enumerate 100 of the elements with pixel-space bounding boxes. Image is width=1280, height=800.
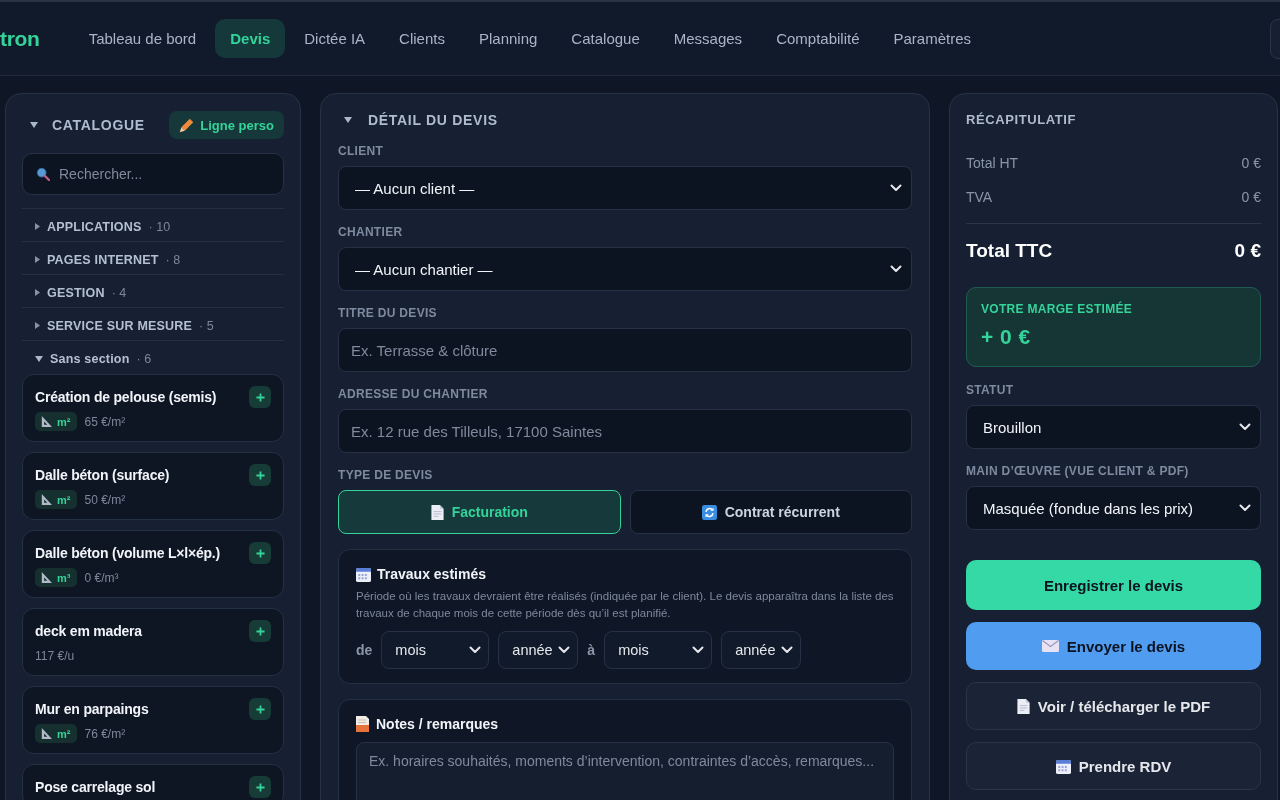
caret-icon[interactable] <box>344 117 352 123</box>
calendar-icon <box>1055 758 1071 774</box>
nav-tab[interactable]: Messages <box>658 19 758 58</box>
status-select[interactable]: Brouillon <box>966 405 1261 449</box>
month-select[interactable]: mois <box>381 631 490 669</box>
caret-icon[interactable] <box>35 256 40 263</box>
chevron-icon <box>1239 423 1251 431</box>
panel-title: CATALOGUE <box>52 117 145 133</box>
calendar-icon <box>356 566 371 582</box>
margin-label: VOTRE MARGE ESTIMÉE <box>981 302 1134 316</box>
action-button[interactable]: Voir / télécharger le PDF <box>966 682 1261 730</box>
custom-line-button[interactable]: Ligne perso <box>169 111 284 139</box>
app-logo[interactable]: tron <box>0 26 40 51</box>
panel-title: RÉCAPITULATIF <box>966 111 1078 129</box>
item-title: Pose carrelage sol <box>35 778 156 796</box>
caret-icon[interactable] <box>35 223 40 230</box>
add-button[interactable] <box>249 464 271 486</box>
notes-field[interactable]: Ex. horaires souhaités, moments d’intervention, contraintes d’accès, remarques... <box>356 742 894 800</box>
section-row[interactable]: PAGES INTERNET · 8 <box>22 241 284 274</box>
quote-type-option[interactable]: Contrat récurrent <box>629 490 912 534</box>
input-field[interactable]: Ex. Terrasse & clôture <box>338 328 912 372</box>
nav-tab[interactable]: Paramètres <box>878 19 987 58</box>
summary-value: 0 € <box>1241 189 1261 205</box>
search-icon <box>36 167 50 181</box>
add-button[interactable] <box>249 542 271 564</box>
chevron-icon <box>781 646 794 654</box>
unit-label: m² <box>57 727 71 740</box>
item-title: Dalle béton (volume L×l×ép.) <box>35 544 220 562</box>
catalogue-item-card[interactable]: Mur en parpaings m² 76 €/m² <box>22 686 284 754</box>
nav-tab[interactable]: Dictée IA <box>289 19 381 58</box>
item-title: Mur en parpaings <box>35 700 149 718</box>
nav-tab[interactable]: Comptabilité <box>761 19 875 58</box>
pencil-icon <box>179 117 195 133</box>
add-button[interactable] <box>249 698 271 720</box>
summary-label: TVA <box>966 189 993 205</box>
unit-label: m³ <box>57 571 71 584</box>
chevron-icon <box>890 265 902 273</box>
catalogue-item-card[interactable]: deck em madera 117 €/u <box>22 608 284 676</box>
search-field[interactable]: Rechercher... <box>22 153 284 195</box>
select-field[interactable]: — Aucun chantier — <box>338 247 912 291</box>
field-label: STATUT <box>966 383 1015 397</box>
labour-select[interactable]: Masquée (fondue dans les prix) <box>966 486 1261 530</box>
panel-title: DÉTAIL DU DEVIS <box>368 112 498 128</box>
section-row[interactable]: SERVICE SUR MESURE · 5 <box>22 307 284 340</box>
field-label: CHANTIER <box>338 225 404 239</box>
item-price: 50 €/m² <box>84 492 126 507</box>
caret-icon[interactable] <box>35 322 40 329</box>
plus-icon <box>255 470 265 480</box>
nav-tab[interactable]: Planning <box>463 19 553 58</box>
ruler-icon <box>41 728 52 739</box>
chevron-icon <box>890 184 902 192</box>
caret-icon[interactable] <box>35 289 40 296</box>
caret-icon[interactable] <box>30 122 38 128</box>
section-row[interactable]: GESTION · 4 <box>22 274 284 307</box>
add-button[interactable] <box>249 776 271 798</box>
plus-icon <box>255 626 265 636</box>
action-button[interactable]: Envoyer le devis <box>966 622 1261 670</box>
range-label: de <box>356 642 373 658</box>
add-button[interactable] <box>249 620 271 642</box>
add-button[interactable] <box>249 386 271 408</box>
total-value: 0 € <box>1234 240 1261 262</box>
nav-tab[interactable]: Tableau de bord <box>73 19 212 58</box>
ruler-icon <box>41 494 52 505</box>
catalogue-item-card[interactable]: Dalle béton (volume L×l×ép.) m³ 0 €/m³ <box>22 530 284 598</box>
summary-value: 0 € <box>1241 155 1261 171</box>
unit-label: m² <box>57 493 71 506</box>
card-title: Notes / remarques <box>376 716 499 732</box>
total-label: Total TTC <box>966 240 1053 262</box>
quote-type-option[interactable]: Facturation <box>338 490 621 534</box>
input-field[interactable]: Ex. 12 rue des Tilleuls, 17100 Saintes <box>338 409 912 453</box>
catalogue-item-card[interactable]: Création de pelouse (semis) m² 65 €/m² <box>22 374 284 442</box>
section-row[interactable]: APPLICATIONS · 10 <box>22 208 284 241</box>
unit-label: m² <box>57 415 71 428</box>
item-price: 117 €/u <box>35 648 75 663</box>
field-label: TYPE DE DEVIS <box>338 468 434 482</box>
chevron-icon <box>469 646 482 654</box>
ruler-icon <box>41 572 52 583</box>
caret-icon[interactable] <box>35 355 43 362</box>
action-button[interactable]: Prendre RDV <box>966 742 1261 790</box>
section-row[interactable]: Sans section · 6 <box>22 340 284 373</box>
year-select[interactable]: année <box>498 631 579 669</box>
item-title: deck em madera <box>35 622 142 640</box>
document-icon <box>430 504 444 520</box>
month-select[interactable]: mois <box>604 631 713 669</box>
refresh-icon <box>701 504 717 520</box>
catalogue-item-card[interactable]: Pose carrelage sol <box>22 764 284 800</box>
nav-tab[interactable]: Devis <box>215 19 286 58</box>
envelope-icon <box>1041 640 1059 652</box>
catalogue-item-card[interactable]: Dalle béton (surface) m² 50 €/m² <box>22 452 284 520</box>
range-label: à <box>587 642 596 658</box>
field-label: MAIN D’ŒUVRE (VUE CLIENT & PDF) <box>966 464 1190 478</box>
document-icon <box>1016 698 1030 714</box>
summary-label: Total HT <box>966 155 1019 171</box>
action-button[interactable]: Enregistrer le devis <box>966 560 1261 610</box>
item-price: 65 €/m² <box>84 414 126 429</box>
nav-tab[interactable]: Catalogue <box>556 19 655 58</box>
year-select[interactable]: année <box>721 631 802 669</box>
nav-tab[interactable]: Clients <box>384 19 460 58</box>
select-field[interactable]: — Aucun client — <box>338 166 912 210</box>
card-title: Travaux estimés <box>377 566 486 582</box>
